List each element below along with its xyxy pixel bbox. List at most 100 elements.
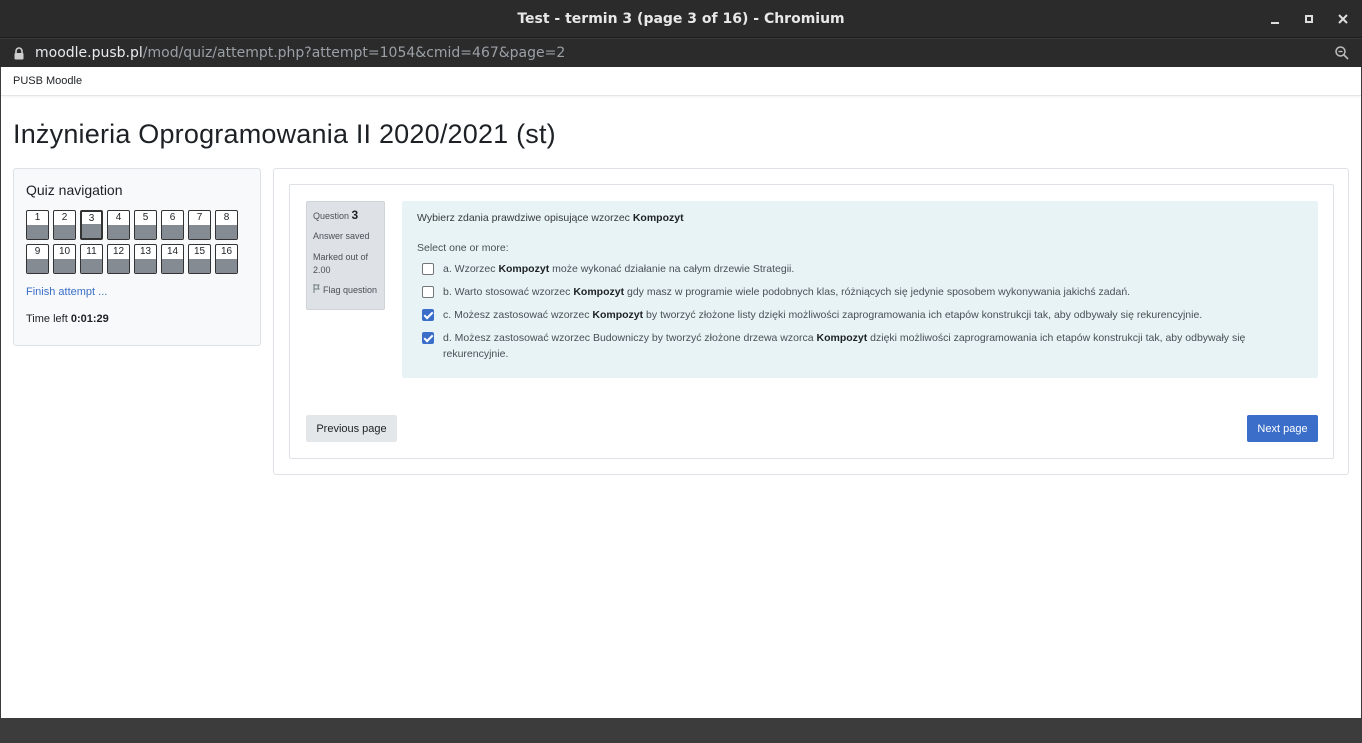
- answer-option-text: d. Możesz zastosować wzorzec Budowniczy …: [443, 330, 1303, 362]
- answer-checkbox[interactable]: [422, 286, 434, 298]
- answered-indicator: [216, 259, 237, 273]
- quiz-nav-button[interactable]: 13: [134, 244, 157, 274]
- url-host: moodle.pusb.pl: [35, 45, 143, 61]
- maximize-button[interactable]: [1294, 0, 1324, 38]
- quiz-nav-button[interactable]: 8: [215, 210, 238, 240]
- option-text-post: gdy masz w programie wiele podobnych kla…: [624, 286, 1131, 298]
- quiz-nav-button[interactable]: 6: [161, 210, 184, 240]
- quiz-nav-button-label: 2: [61, 212, 68, 223]
- close-icon: [1338, 14, 1348, 24]
- answered-indicator: [81, 259, 102, 273]
- quiz-nav-button-label: 10: [58, 246, 71, 257]
- site-brand-link[interactable]: PUSB Moodle: [13, 75, 82, 87]
- option-text-pre: a. Wzorzec: [443, 263, 499, 275]
- previous-page-button[interactable]: Previous page: [306, 415, 397, 442]
- quiz-nav-button-label: 6: [169, 212, 176, 223]
- flag-question-label: Flag question: [323, 285, 378, 295]
- question-form: Question 3 Answer saved Marked out of 2.…: [289, 184, 1334, 459]
- quiz-nav-button-label: 14: [166, 246, 179, 257]
- quiz-nav-button-label: 9: [34, 246, 41, 257]
- answer-option-text: a. Wzorzec Kompozyt może wykonać działan…: [443, 261, 794, 277]
- answer-option[interactable]: c. Możesz zastosować wzorzec Kompozyt by…: [417, 307, 1303, 323]
- question-grade: Marked out of 2.00: [313, 252, 369, 275]
- quiz-nav-button[interactable]: 15: [188, 244, 211, 274]
- page-title: Inżynieria Oprogramowania II 2020/2021 (…: [13, 119, 556, 149]
- quiz-nav-button[interactable]: 3: [80, 210, 103, 240]
- question-text-bold: Kompozyt: [632, 212, 684, 224]
- option-text-bold: Kompozyt: [592, 309, 644, 321]
- flag-question-button[interactable]: Flag question: [313, 284, 378, 297]
- quiz-nav-button[interactable]: 9: [26, 244, 49, 274]
- answered-indicator: [216, 225, 237, 239]
- answer-prompt: Select one or more:: [417, 242, 509, 254]
- answered-indicator: [108, 225, 129, 239]
- answer-checkbox[interactable]: [422, 332, 434, 344]
- minimize-button[interactable]: [1260, 0, 1290, 38]
- answered-indicator: [82, 224, 101, 238]
- quiz-navigation-block: Quiz navigation 1 2 3 4 5 6 7 8 9 10 11 12 13 14 15 16 …: [13, 168, 261, 346]
- answer-checkbox[interactable]: [422, 263, 434, 275]
- quiz-nav-button[interactable]: 1: [26, 210, 49, 240]
- answered-indicator: [135, 225, 156, 239]
- quiz-nav-button-label: 13: [139, 246, 152, 257]
- option-text-pre: c. Możesz zastosować wzorzec: [443, 309, 593, 321]
- quiz-nav-button[interactable]: 11: [80, 244, 103, 274]
- quiz-nav-button-label: 1: [34, 212, 41, 223]
- close-button[interactable]: [1328, 0, 1358, 38]
- answer-option[interactable]: d. Możesz zastosować wzorzec Budowniczy …: [417, 330, 1303, 362]
- option-text-bold: Kompozyt: [573, 286, 625, 298]
- quiz-nav-button[interactable]: 4: [107, 210, 130, 240]
- window-titlebar: Test - termin 3 (page 3 of 16) - Chromiu…: [0, 0, 1362, 38]
- quiz-nav-button-label: 16: [220, 246, 233, 257]
- answered-indicator: [189, 225, 210, 239]
- zoom-icon[interactable]: [1334, 45, 1350, 61]
- quiz-nav-button-label: 15: [193, 246, 206, 257]
- question-content: Wybierz zdania prawdziwe opisujące wzorz…: [402, 201, 1318, 378]
- answer-option-text: b. Warto stosować wzorzec Kompozyt gdy m…: [443, 284, 1130, 300]
- option-text-post: może wykonać działanie na całym drzewie …: [549, 263, 795, 275]
- quiz-nav-button[interactable]: 5: [134, 210, 157, 240]
- option-text-pre: b. Warto stosować wzorzec: [443, 286, 574, 298]
- question-info: Question 3 Answer saved Marked out of 2.…: [306, 201, 385, 310]
- option-text-bold: Kompozyt: [498, 263, 550, 275]
- answered-indicator: [135, 259, 156, 273]
- quiz-nav-button[interactable]: 2: [53, 210, 76, 240]
- question-text: Wybierz zdania prawdziwe opisujące wzorz…: [417, 212, 1303, 224]
- finish-attempt-link[interactable]: Finish attempt ...: [26, 286, 107, 298]
- address-bar[interactable]: moodle.pusb.pl/mod/quiz/attempt.php?atte…: [0, 38, 1362, 67]
- url-path: /mod/quiz/attempt.php?attempt=1054&cmid=…: [142, 45, 566, 61]
- next-page-button[interactable]: Next page: [1247, 415, 1318, 442]
- maximize-icon: [1305, 15, 1313, 23]
- quiz-nav-button-label: 4: [115, 212, 122, 223]
- quiz-nav-button[interactable]: 12: [107, 244, 130, 274]
- answered-indicator: [162, 259, 183, 273]
- time-left: Time left 0:01:29: [26, 313, 109, 325]
- answer-option[interactable]: b. Warto stosować wzorzec Kompozyt gdy m…: [417, 284, 1303, 300]
- quiz-nav-button[interactable]: 16: [215, 244, 238, 274]
- browser-viewport: PUSB Moodle Inżynieria Oprogramowania II…: [1, 67, 1361, 718]
- question-state: Answer saved: [313, 231, 370, 241]
- url-text[interactable]: moodle.pusb.pl/mod/quiz/attempt.php?atte…: [35, 45, 565, 61]
- site-navbar: PUSB Moodle: [1, 67, 1361, 96]
- answer-option[interactable]: a. Wzorzec Kompozyt może wykonać działan…: [417, 261, 1303, 277]
- lock-icon: [13, 46, 25, 60]
- quiz-nav-button[interactable]: 14: [161, 244, 184, 274]
- answered-indicator: [54, 225, 75, 239]
- answered-indicator: [27, 225, 48, 239]
- answer-options: a. Wzorzec Kompozyt może wykonać działan…: [417, 261, 1303, 362]
- option-text-bold: Kompozyt: [816, 332, 868, 344]
- quiz-nav-button[interactable]: 7: [188, 210, 211, 240]
- question-number: Question 3: [313, 208, 378, 222]
- quiz-nav-button-label: 8: [223, 212, 230, 223]
- option-text-post: by tworzyć złożone listy dzięki możliwoś…: [643, 309, 1203, 321]
- minimize-icon: [1271, 22, 1279, 24]
- answer-checkbox[interactable]: [422, 309, 434, 321]
- option-text-pre: d. Możesz zastosować wzorzec Budowniczy …: [443, 332, 817, 344]
- quiz-nav-button-label: 7: [196, 212, 203, 223]
- quiz-navigation-heading: Quiz navigation: [26, 182, 123, 198]
- quiz-nav-button[interactable]: 10: [53, 244, 76, 274]
- time-left-label: Time left: [26, 313, 68, 325]
- question-text-prefix: Wybierz zdania prawdziwe opisujące wzorz…: [417, 212, 630, 224]
- quiz-nav-button-label: 12: [112, 246, 125, 257]
- quiz-main-region: Question 3 Answer saved Marked out of 2.…: [273, 168, 1349, 475]
